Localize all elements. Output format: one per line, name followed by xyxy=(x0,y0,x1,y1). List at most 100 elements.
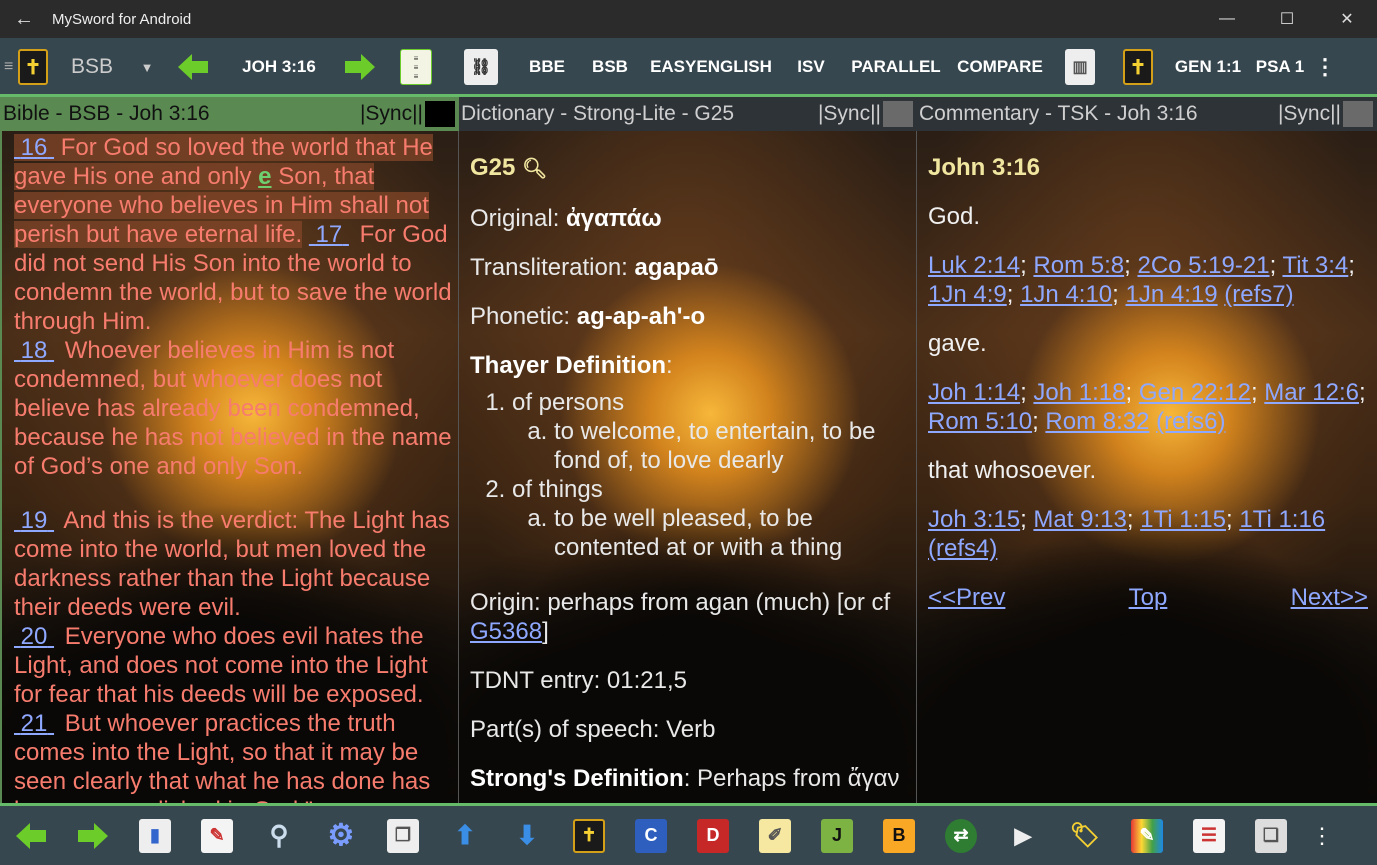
dictionary-sync-toggle[interactable] xyxy=(883,101,913,127)
open-book-button[interactable]: ▥ xyxy=(1050,38,1110,96)
bible-menu-button[interactable]: ≡ ✝ xyxy=(0,38,52,96)
verse-list-button[interactable]: ≡ ≡ ≡ xyxy=(386,38,446,96)
strongs-label: Strong's Definition xyxy=(470,765,684,792)
commentary-button[interactable]: C xyxy=(620,808,682,864)
commentary-sync-label[interactable]: |Sync|| xyxy=(1278,102,1341,126)
ref-link[interactable]: Mat 9:13 xyxy=(1033,506,1126,533)
verse-number[interactable]: 16 xyxy=(14,134,54,161)
windows-button[interactable]: ❏ xyxy=(1240,808,1302,864)
verse-number[interactable]: 18 xyxy=(14,337,58,364)
commentary-pane-header[interactable]: Commentary - TSK - Joh 3:16 |Sync|| xyxy=(917,97,1377,131)
ref-link[interactable]: 1Jn 4:9 xyxy=(928,281,1007,308)
bible-selector[interactable]: BSB xyxy=(52,38,132,96)
maximize-button[interactable]: ☐ xyxy=(1257,0,1317,38)
dictionary-sync-label[interactable]: |Sync|| xyxy=(818,102,881,126)
ref-link[interactable]: Rom 5:10 xyxy=(928,408,1032,435)
verse-number[interactable]: 19 xyxy=(14,507,58,534)
bookmark-psa[interactable]: PSA 1 xyxy=(1250,38,1310,96)
scroll-up-button[interactable]: ⬆ xyxy=(434,808,496,864)
bible-settings-button[interactable]: ✝ xyxy=(1110,38,1166,96)
verse-list-icon: ≡ ≡ ≡ xyxy=(400,49,432,85)
book-button[interactable]: B xyxy=(868,808,930,864)
origin-link[interactable]: G5368 xyxy=(470,618,542,645)
ref-link[interactable]: Gen 22:12 xyxy=(1139,379,1251,406)
more-refs-link[interactable]: (refs7) xyxy=(1224,281,1293,308)
search-icon[interactable]: 🔍︎ xyxy=(522,158,547,180)
play-button[interactable]: ▶ xyxy=(992,808,1054,864)
tag-button[interactable]: 🏷︎ xyxy=(1054,808,1116,864)
more-refs-link[interactable]: (refs4) xyxy=(928,535,997,562)
commentary-pane-title: Commentary - TSK - Joh 3:16 xyxy=(919,102,1198,125)
prev-link[interactable]: <<Prev xyxy=(928,583,1005,612)
ref-link[interactable]: Joh 3:15 xyxy=(928,506,1020,533)
sync-button[interactable]: ⇄ xyxy=(930,808,992,864)
more-refs-link[interactable]: (refs6) xyxy=(1156,408,1225,435)
next-button[interactable] xyxy=(62,808,124,864)
journal-button[interactable]: J xyxy=(806,808,868,864)
copy-button[interactable]: ❐ xyxy=(372,808,434,864)
bookmark-gen[interactable]: GEN 1:1 xyxy=(1166,38,1250,96)
tab-parallel[interactable]: PARALLEL xyxy=(842,38,950,96)
next-link[interactable]: Next>> xyxy=(1291,583,1368,612)
ref-link[interactable]: Joh 1:18 xyxy=(1033,379,1125,406)
ref-link[interactable]: 1Jn 4:19 xyxy=(1126,281,1218,308)
strongs-marker[interactable]: e xyxy=(258,163,271,190)
definition-subitem: to be well pleased, to be contented at o… xyxy=(554,504,910,562)
list-button[interactable]: ☰ xyxy=(1178,808,1240,864)
ref-link[interactable]: 1Ti 1:15 xyxy=(1140,506,1226,533)
bible-sync-label[interactable]: |Sync|| xyxy=(360,102,423,126)
tab-compare[interactable]: COMPARE xyxy=(950,38,1050,96)
ref-link[interactable]: 1Jn 4:10 xyxy=(1020,281,1112,308)
next-verse-button[interactable] xyxy=(334,38,386,96)
chain-link-icon: ⛓ xyxy=(464,49,498,85)
keyword: God. xyxy=(928,203,981,230)
prev-button[interactable] xyxy=(0,808,62,864)
definition-item: of persons xyxy=(512,389,625,416)
highlight-button[interactable]: ✎ xyxy=(1116,808,1178,864)
commentary-sync-toggle[interactable] xyxy=(1343,101,1373,127)
dictionary-pane[interactable]: G25 🔍︎ Original: ἀγαπάω Transliteration:… xyxy=(459,131,917,804)
chain-link-button[interactable]: ⛓ xyxy=(446,38,516,96)
ref-link[interactable]: Tit 3:4 xyxy=(1282,252,1348,279)
ref-link[interactable]: Luk 2:14 xyxy=(928,252,1020,279)
commentary-pane[interactable]: John 3:16 God. Luk 2:14; Rom 5:8; 2Co 5:… xyxy=(917,131,1377,804)
bible-sync-toggle[interactable] xyxy=(425,101,455,127)
bookmark-button[interactable]: ▮ xyxy=(124,808,186,864)
bible-button[interactable]: ✝ xyxy=(558,808,620,864)
verse-text: And this is the verdict: The Light has c… xyxy=(14,507,450,621)
settings-button[interactable]: ⚙ xyxy=(310,808,372,864)
tab-bbe[interactable]: BBE xyxy=(516,38,578,96)
notes-button[interactable]: ✎ xyxy=(186,808,248,864)
scroll-down-button[interactable]: ⬇ xyxy=(496,808,558,864)
dictionary-button[interactable]: D xyxy=(682,808,744,864)
verse-number[interactable]: 21 xyxy=(14,710,58,737)
ref-link[interactable]: Rom 8:32 xyxy=(1045,408,1149,435)
tab-bsb[interactable]: BSB xyxy=(578,38,642,96)
back-button[interactable]: ← xyxy=(0,0,48,38)
search-button[interactable]: ⚲ xyxy=(248,808,310,864)
minimize-button[interactable]: — xyxy=(1197,0,1257,38)
ref-link[interactable]: Joh 1:14 xyxy=(928,379,1020,406)
commentary-entry: John 3:16 God. Luk 2:14; Rom 5:8; 2Co 5:… xyxy=(928,154,1368,612)
bottom-more-button[interactable]: ⋮ xyxy=(1302,808,1342,864)
verse-number[interactable]: 20 xyxy=(14,623,58,650)
ref-link[interactable]: Rom 5:8 xyxy=(1033,252,1124,279)
bible-pane[interactable]: 16 For God so loved the world that He ga… xyxy=(0,131,459,804)
journal-notes-button[interactable]: ✐ xyxy=(744,808,806,864)
tab-isv[interactable]: ISV xyxy=(780,38,842,96)
verse-number[interactable]: 17 xyxy=(309,221,353,248)
toolbar-more-button[interactable]: ⋮ xyxy=(1310,38,1340,96)
top-link[interactable]: Top xyxy=(1129,583,1168,612)
bible-pane-header[interactable]: Bible - BSB - Joh 3:16 |Sync|| xyxy=(0,97,459,131)
prev-verse-button[interactable] xyxy=(162,38,224,96)
bible-dropdown-icon[interactable]: ▼ xyxy=(132,38,162,96)
ref-link[interactable]: 2Co 5:19-21 xyxy=(1137,252,1269,279)
dictionary-pane-header[interactable]: Dictionary - Strong-Lite - G25 |Sync|| xyxy=(459,97,917,131)
ref-link[interactable]: 1Ti 1:16 xyxy=(1239,506,1325,533)
close-button[interactable]: ✕ xyxy=(1317,0,1377,38)
original-word: ἀγαπάω xyxy=(566,205,662,232)
bible-pane-title: Bible - BSB - Joh 3:16 xyxy=(3,102,210,125)
ref-link[interactable]: Mar 12:6 xyxy=(1264,379,1359,406)
tab-easyenglish[interactable]: EASYENGLISH xyxy=(642,38,780,96)
current-reference[interactable]: JOH 3:16 xyxy=(224,38,334,96)
